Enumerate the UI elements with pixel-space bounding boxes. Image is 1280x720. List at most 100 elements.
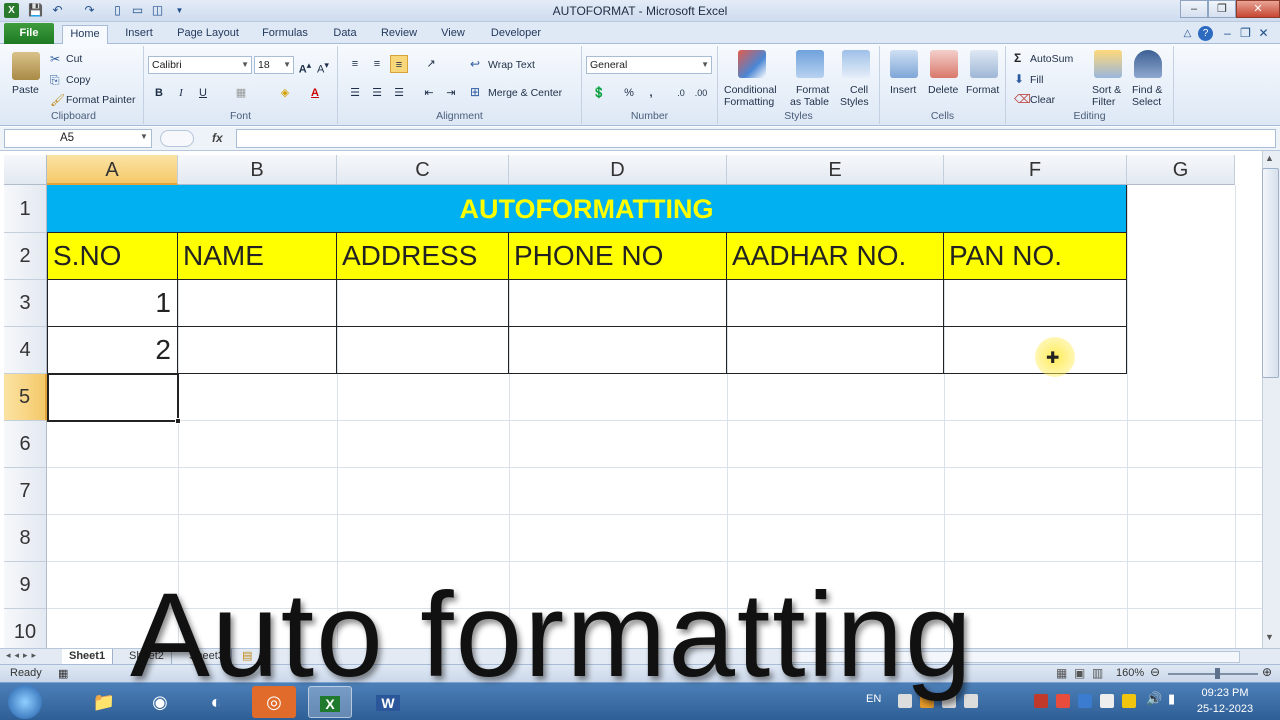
grow-font-icon[interactable]: A▴ [296, 56, 314, 76]
tab-file[interactable]: File [4, 23, 54, 44]
chevron-down-icon[interactable]: ▼ [140, 132, 148, 141]
italic-button[interactable]: I [172, 84, 190, 102]
copy-button[interactable]: Copy [66, 74, 91, 86]
sort-filter-icon[interactable] [1094, 50, 1122, 78]
align-top-icon[interactable]: ≡ [346, 55, 364, 73]
cell-styles-label[interactable]: Cell [850, 84, 868, 96]
row-header-7[interactable]: 7 [4, 468, 47, 515]
row-header-8[interactable]: 8 [4, 515, 47, 562]
wrap-text-button[interactable]: Wrap Text [488, 59, 535, 71]
sheet-nav-arrows-icon[interactable]: ◂◂▸▸ [6, 650, 40, 661]
zoom-slider-thumb[interactable] [1215, 668, 1220, 679]
close-button[interactable]: ✕ [1236, 0, 1280, 18]
align-center-icon[interactable]: ☰ [368, 84, 386, 102]
tab-insert[interactable]: Insert [116, 25, 162, 44]
clear-button[interactable]: Clear [1030, 94, 1055, 106]
paste-button[interactable]: Paste [12, 84, 39, 96]
column-header-b[interactable]: B [178, 155, 337, 185]
format-painter-button[interactable]: Format Painter [66, 94, 135, 106]
sort-filter-label[interactable]: Sort & [1092, 84, 1121, 96]
formula-input[interactable] [236, 129, 1276, 148]
tab-view[interactable]: View [434, 25, 472, 44]
cut-button[interactable]: Cut [66, 53, 82, 65]
ribbon-minimize-icon[interactable]: △ [1180, 26, 1195, 41]
sheet-tab-1[interactable]: Sheet1 [62, 649, 114, 664]
table-cell[interactable] [337, 327, 509, 374]
fill-handle[interactable] [175, 418, 181, 424]
row-header-4[interactable]: 4 [4, 327, 47, 374]
vertical-scroll-thumb[interactable] [1262, 168, 1279, 378]
conditional-formatting-label[interactable]: Conditional [724, 84, 777, 96]
conditional-formatting-icon[interactable] [738, 50, 766, 78]
increase-indent-icon[interactable]: ⇥ [442, 84, 460, 102]
increase-decimal-icon[interactable]: .0 [672, 84, 690, 102]
tab-formulas[interactable]: Formulas [256, 25, 314, 44]
tab-developer[interactable]: Developer [484, 25, 548, 44]
tray-icon[interactable] [1034, 694, 1048, 708]
cell-styles-icon[interactable] [842, 50, 870, 78]
format-as-table-icon[interactable] [796, 50, 824, 78]
macro-record-icon[interactable]: ▦ [58, 667, 68, 680]
currency-icon[interactable]: 💲 [590, 84, 608, 102]
tab-home[interactable]: Home [62, 25, 108, 44]
zoom-out-icon[interactable]: ⊖ [1150, 665, 1160, 679]
table-cell[interactable] [727, 327, 944, 374]
insert-cells-button[interactable]: Insert [890, 84, 916, 96]
find-select-label[interactable]: Find & [1132, 84, 1162, 96]
format-as-table-label-2[interactable]: as Table [790, 96, 829, 108]
bold-button[interactable]: B [150, 84, 168, 102]
page-layout-view-icon[interactable]: ▣ [1074, 666, 1085, 680]
clock-time[interactable]: 09:23 PM [1190, 687, 1260, 699]
table-cell[interactable]: 1 [47, 280, 178, 327]
volume-icon[interactable]: 🔊 [1146, 691, 1162, 707]
header-cell-sno[interactable]: S.NO [47, 233, 178, 280]
column-header-f[interactable]: F [944, 155, 1127, 185]
percent-button[interactable]: % [620, 84, 638, 102]
format-cells-icon[interactable] [970, 50, 998, 78]
align-left-icon[interactable]: ☰ [346, 84, 364, 102]
font-size-combo[interactable]: 18 ▼ [254, 56, 294, 74]
underline-button[interactable]: U [194, 84, 212, 102]
zoom-in-icon[interactable]: ⊕ [1262, 665, 1272, 679]
header-cell-phone[interactable]: PHONE NO [509, 233, 727, 280]
sort-filter-label-2[interactable]: Filter [1092, 96, 1115, 108]
delete-cells-icon[interactable] [930, 50, 958, 78]
normal-view-icon[interactable]: ▦ [1056, 666, 1067, 680]
align-right-icon[interactable]: ☰ [390, 84, 408, 102]
header-cell-aadhar[interactable]: AADHAR NO. [727, 233, 944, 280]
restore-button[interactable]: ❐ [1208, 0, 1236, 18]
table-cell[interactable] [727, 280, 944, 327]
comma-button[interactable]: , [642, 84, 660, 102]
delete-cells-button[interactable]: Delete [928, 84, 958, 96]
row-header-10[interactable]: 10 [4, 609, 47, 648]
font-name-combo[interactable]: Calibri ▼ [148, 56, 252, 74]
align-middle-icon[interactable]: ≡ [368, 55, 386, 73]
tab-page-layout[interactable]: Page Layout [170, 25, 246, 44]
help-icon[interactable]: ? [1198, 26, 1213, 41]
table-cell[interactable] [337, 280, 509, 327]
clock-date[interactable]: 25-12-2023 [1190, 703, 1260, 715]
insert-cells-icon[interactable] [890, 50, 918, 78]
tray-icon[interactable] [1078, 694, 1092, 708]
page-break-view-icon[interactable]: ▥ [1092, 666, 1103, 680]
table-cell[interactable] [509, 327, 727, 374]
tray-icon[interactable] [1100, 694, 1114, 708]
formula-bar-divider[interactable] [160, 130, 194, 147]
header-cell-address[interactable]: ADDRESS [337, 233, 509, 280]
select-all-button[interactable] [4, 155, 47, 185]
tray-icon[interactable] [1056, 694, 1070, 708]
name-box[interactable]: A5 [4, 129, 152, 148]
table-cell[interactable] [509, 280, 727, 327]
title-cell[interactable]: AUTOFORMATTING [47, 185, 1127, 233]
row-header-6[interactable]: 6 [4, 421, 47, 468]
tray-icon[interactable] [1122, 694, 1136, 708]
row-header-5[interactable]: 5 [4, 374, 47, 421]
table-cell[interactable]: 2 [47, 327, 178, 374]
align-bottom-icon[interactable]: ≡ [390, 55, 408, 73]
borders-icon[interactable]: ▦ [232, 84, 250, 102]
orientation-icon[interactable]: ↗ [422, 55, 440, 73]
zoom-level[interactable]: 160% [1116, 667, 1144, 679]
minimize-button[interactable]: – [1180, 0, 1208, 18]
active-cell[interactable] [47, 373, 179, 422]
header-cell-name[interactable]: NAME [178, 233, 337, 280]
